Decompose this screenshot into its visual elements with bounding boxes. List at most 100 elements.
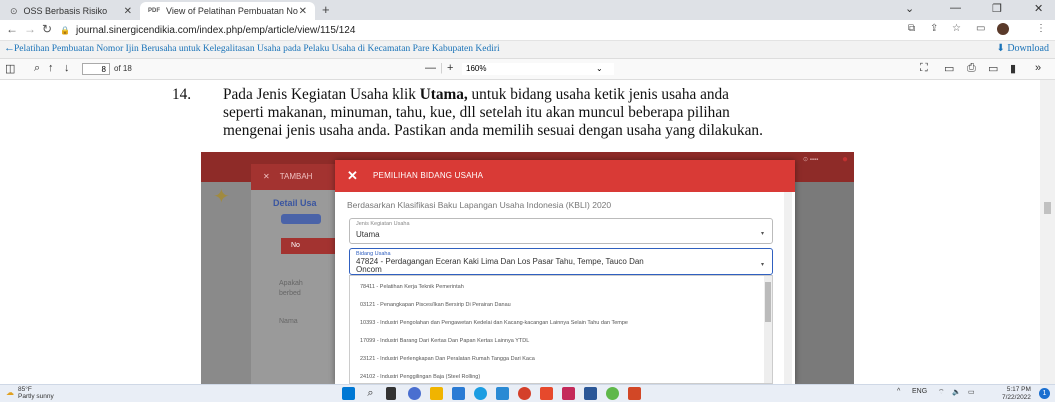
taskbar: ☁ 85°F Partly sunny ⌕ ^ ENG ⌔ 🔈 ▭ 5:17 PM… [0, 384, 1055, 402]
dropdown-scrollbar[interactable] [764, 276, 772, 383]
close-window-button[interactable]: ✕ [1034, 2, 1043, 15]
tab-search-icon[interactable]: ⌄ [905, 2, 914, 15]
clock[interactable]: 5:17 PM 7/22/2022 [1002, 386, 1031, 401]
volume-icon[interactable]: 🔈 [952, 388, 961, 396]
edge-icon[interactable] [474, 387, 487, 400]
start-icon[interactable] [342, 387, 355, 400]
emblem-icon: ✦ [213, 186, 230, 208]
next-page-icon[interactable]: ↓ [64, 62, 70, 74]
field-value: 47824 - Perdagangan Eceran Kaki Lima Dan… [356, 257, 644, 266]
date: 7/22/2022 [1002, 393, 1031, 401]
pdf-title-bar: ← Pelatihan Pembuatan Nomor Ijin Berusah… [0, 41, 1055, 59]
scrollbar-thumb[interactable] [765, 282, 771, 322]
bookmark-star-icon[interactable]: ☆ [952, 23, 961, 34]
avatar[interactable] [997, 23, 1009, 35]
dialog-header: ✕ PEMILIHAN BIDANG USAHA [335, 160, 795, 192]
pdf-title[interactable]: Pelatihan Pembuatan Nomor Ijin Berusaha … [14, 44, 500, 54]
option-item[interactable]: 03121 - Penangkapan Pisces/Ikan Bersirip… [360, 302, 511, 308]
paragraph-line-2: seperti makanan, minuman, tahu, kue, dll… [223, 104, 730, 121]
dialog-scrollbar[interactable] [784, 192, 792, 384]
option-item[interactable]: 24102 - Industri Penggilingan Baja (Stee… [360, 374, 480, 380]
print-icon[interactable]: ⎙ [967, 62, 976, 75]
address-bar-row: ← → ↻ 🔒 journal.sinergicendikia.com/inde… [0, 20, 1055, 41]
screenshot-right-header: ⊙ ▪▪▪▪ ● [797, 152, 854, 182]
back-icon[interactable]: ← [6, 22, 18, 36]
close-icon[interactable]: ✕ [124, 6, 132, 17]
chevron-down-icon: ▾ [760, 231, 764, 237]
forward-icon[interactable]: → [24, 22, 36, 36]
bidang-usaha-dialog: ✕ PEMILIHAN BIDANG USAHA Berdasarkan Kla… [335, 160, 795, 384]
bg-pill [281, 214, 321, 224]
save-icon[interactable]: ▭ [988, 62, 998, 75]
tab-label: View of Pelatihan Pembuatan No [166, 6, 298, 16]
paragraph-line-3: mengenai jenis usaha anda. Pastikan anda… [223, 122, 763, 139]
page-scrollbar[interactable] [1040, 80, 1055, 384]
photos-icon[interactable] [562, 387, 575, 400]
bg-text: Apakah [279, 280, 303, 287]
notification-badge[interactable]: 1 [1039, 388, 1050, 399]
powerpoint-icon[interactable] [628, 387, 641, 400]
chevron-down-icon: ▾ [760, 262, 764, 268]
close-icon[interactable]: ✕ [347, 168, 358, 184]
bidang-usaha-select[interactable]: Bidang Usaha 47824 - Perdagangan Eceran … [349, 248, 773, 275]
option-item[interactable]: 17099 - Industri Barang Dari Kertas Dan … [360, 338, 529, 344]
office-icon[interactable] [540, 387, 553, 400]
translate-icon[interactable]: ⧉ [908, 23, 915, 34]
new-tab-button[interactable]: + [322, 2, 330, 17]
bookmark-icon[interactable]: ▮ [1010, 62, 1016, 75]
divider: | [440, 62, 443, 74]
sidebar-toggle-icon[interactable]: ◫ [5, 62, 15, 75]
search-icon[interactable]: ⌕ [364, 387, 377, 400]
download-icon: ⬇ [996, 43, 1008, 54]
open-file-icon[interactable]: ▭ [944, 62, 954, 75]
task-view-icon[interactable] [386, 387, 396, 400]
language-indicator[interactable]: ENG [912, 388, 927, 395]
bg-text: berbed [279, 290, 301, 297]
wifi-icon[interactable]: ⌔ [938, 388, 945, 397]
presentation-icon[interactable]: ⛶ [920, 62, 928, 75]
file-explorer-icon[interactable] [430, 387, 443, 400]
zoom-out-button[interactable]: — [425, 62, 436, 74]
reload-icon[interactable]: ↻ [42, 22, 52, 36]
close-icon[interactable]: ✕ [299, 6, 307, 17]
more-tools-icon[interactable]: » [1035, 62, 1041, 74]
field-label: Jenis Kegiatan Usaha [356, 221, 410, 227]
minimize-button[interactable]: — [950, 2, 961, 14]
dialog-subtitle: Berdasarkan Klasifikasi Baku Lapangan Us… [347, 200, 612, 210]
search-icon[interactable]: ⌕ [34, 62, 40, 75]
store-icon[interactable] [496, 387, 509, 400]
zoom-select[interactable]: 160% ⌄ [462, 63, 614, 75]
page-total: of 18 [114, 64, 132, 73]
word-icon[interactable] [584, 387, 597, 400]
chevron-up-icon[interactable]: ^ [897, 388, 900, 395]
menu-icon[interactable]: ⋮ [1036, 23, 1046, 34]
option-item[interactable]: 78411 - Pelatihan Kerja Teknik Pemerinta… [360, 284, 464, 290]
embedded-screenshot: ✦ ✕ TAMBAH Detail Usa No Apakah berbed Na… [201, 152, 854, 384]
download-button[interactable]: ⬇ Download [996, 43, 1049, 54]
jenis-kegiatan-select[interactable]: Jenis Kegiatan Usaha Utama ▾ [349, 218, 773, 244]
option-item[interactable]: 23121 - Industri Perlengkapan Dan Perala… [360, 356, 535, 362]
dialog-title: PEMILIHAN BIDANG USAHA [373, 171, 484, 180]
item-number: 14. [172, 86, 192, 103]
page-number-input[interactable]: 8 [82, 63, 110, 75]
partly-sunny-icon: ☁ [6, 388, 14, 397]
battery-icon[interactable]: ▭ [968, 388, 975, 396]
restore-button[interactable]: ❐ [992, 2, 1002, 15]
tab-pdf[interactable]: PDF View of Pelatihan Pembuatan No ✕ [140, 2, 315, 20]
mail-icon[interactable] [452, 387, 465, 400]
url-field[interactable]: 🔒 journal.sinergicendikia.com/index.php/… [60, 22, 895, 38]
zoom-in-button[interactable]: + [447, 62, 453, 74]
tab-oss[interactable]: ⊙ OSS Berbasis Risiko ✕ [2, 2, 140, 20]
sidepanel-icon[interactable]: ▭ [976, 23, 985, 34]
bg-red-button: No [281, 238, 341, 254]
chat-icon[interactable] [408, 387, 421, 400]
app-icon[interactable] [606, 387, 619, 400]
weather-temp: 85°F [18, 386, 32, 393]
share-icon[interactable]: ⇪ [930, 23, 938, 34]
option-item[interactable]: 10393 - Industri Pengolahan dan Pengawet… [360, 320, 628, 326]
prev-page-icon[interactable]: ↑ [48, 62, 54, 74]
lock-icon: 🔒 [60, 25, 70, 35]
chrome-icon[interactable] [518, 387, 531, 400]
field-value: Oncom [356, 265, 382, 274]
scrollbar-thumb[interactable] [1044, 202, 1051, 214]
